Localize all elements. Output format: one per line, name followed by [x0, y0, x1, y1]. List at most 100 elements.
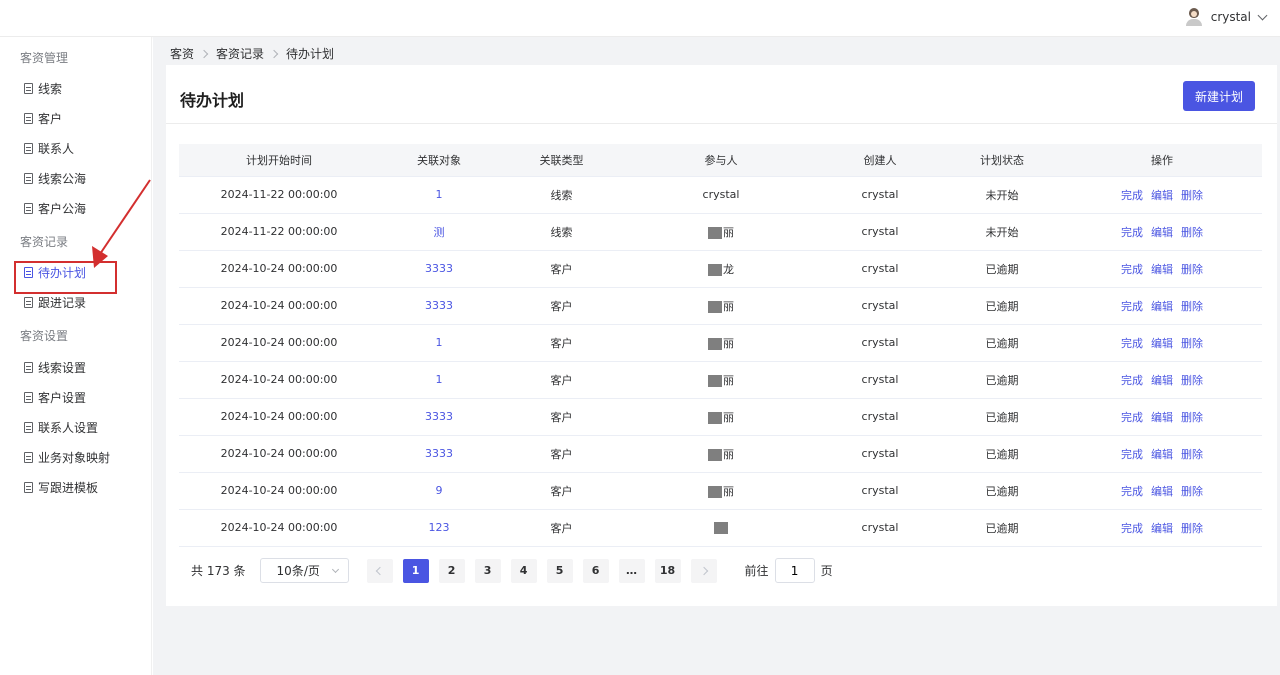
cell-related-object-link[interactable]: 1 [379, 324, 499, 362]
column-header-start-time[interactable]: 计划开始时间 [179, 144, 379, 177]
sidebar-item-contact-settings[interactable]: 联系人设置 [24, 417, 98, 437]
cell-start-time: 2024-10-24 00:00:00 [179, 472, 379, 510]
edit-link[interactable]: 编辑 [1151, 224, 1173, 240]
sidebar-item-customer-pool[interactable]: 客户公海 [24, 198, 86, 218]
complete-link[interactable]: 完成 [1121, 298, 1143, 314]
cell-related-object-link[interactable]: 3333 [379, 435, 499, 473]
delete-link[interactable]: 删除 [1181, 187, 1203, 203]
sidebar-item-customer-settings[interactable]: 客户设置 [24, 387, 86, 407]
page-title: 待办计划 [180, 91, 245, 110]
next-page-button[interactable] [690, 558, 717, 583]
page-button-2[interactable]: 2 [438, 558, 465, 583]
cell-participants: crystal [624, 176, 818, 214]
breadcrumb-item[interactable]: 客资 [170, 45, 194, 62]
cell-related-object-link[interactable]: 测 [379, 213, 499, 251]
delete-link[interactable]: 删除 [1181, 483, 1203, 499]
complete-link[interactable]: 完成 [1121, 372, 1143, 388]
user-menu[interactable]: crystal [1185, 8, 1268, 26]
cell-status: 已逾期 [942, 287, 1062, 325]
edit-link[interactable]: 编辑 [1151, 298, 1173, 314]
delete-link[interactable]: 删除 [1181, 224, 1203, 240]
complete-link[interactable]: 完成 [1121, 520, 1143, 536]
delete-link[interactable]: 删除 [1181, 335, 1203, 351]
cell-actions: 完成 编辑 删除 [1062, 435, 1262, 473]
new-plan-button[interactable]: 新建计划 [1183, 81, 1255, 111]
complete-link[interactable]: 完成 [1121, 446, 1143, 462]
complete-link[interactable]: 完成 [1121, 409, 1143, 425]
cell-related-object-link[interactable]: 1 [379, 361, 499, 399]
sidebar-item-follow-up-records[interactable]: 跟进记录 [24, 292, 86, 312]
column-header-participants[interactable]: 参与人 [624, 144, 818, 177]
complete-link[interactable]: 完成 [1121, 261, 1143, 277]
edit-link[interactable]: 编辑 [1151, 335, 1173, 351]
sidebar-item-follow-up-template[interactable]: 写跟进模板 [24, 477, 98, 497]
page-button-5[interactable]: 5 [546, 558, 573, 583]
edit-link[interactable]: 编辑 [1151, 187, 1173, 203]
sidebar-item-lead-settings[interactable]: 线索设置 [24, 357, 86, 377]
cell-start-time: 2024-10-24 00:00:00 [179, 287, 379, 325]
sidebar-item-customers[interactable]: 客户 [24, 108, 62, 128]
goto-page-input[interactable] [774, 558, 815, 583]
document-icon [24, 82, 33, 94]
cell-related-object-link[interactable]: 3333 [379, 287, 499, 325]
cell-related-object-link[interactable]: 9 [379, 472, 499, 510]
page-ellipsis-button[interactable]: … [618, 558, 645, 583]
cell-related-object-link[interactable]: 3333 [379, 398, 499, 436]
cell-related-object-link[interactable]: 3333 [379, 250, 499, 288]
page-button-3[interactable]: 3 [474, 558, 501, 583]
table-header-row: 计划开始时间 关联对象 关联类型 参与人 创建人 计划状态 操作 [179, 144, 1262, 177]
column-header-related-object[interactable]: 关联对象 [379, 144, 499, 177]
complete-link[interactable]: 完成 [1121, 335, 1143, 351]
cell-status: 已逾期 [942, 361, 1062, 399]
cell-related-object-link[interactable]: 123 [379, 509, 499, 547]
chevron-right-icon [199, 49, 209, 58]
edit-link[interactable]: 编辑 [1151, 446, 1173, 462]
edit-link[interactable]: 编辑 [1151, 409, 1173, 425]
cell-status: 已逾期 [942, 398, 1062, 436]
cell-related-type: 客户 [499, 472, 624, 510]
delete-link[interactable]: 删除 [1181, 372, 1203, 388]
sidebar-item-object-mapping[interactable]: 业务对象映射 [24, 447, 110, 467]
delete-link[interactable]: 删除 [1181, 261, 1203, 277]
cell-creator: crystal [818, 287, 942, 325]
complete-link[interactable]: 完成 [1121, 224, 1143, 240]
content-card: 待办计划 新建计划 计划开始时间 关联对象 关联类型 参与人 创建人 计划状态 … [166, 65, 1277, 606]
cell-actions: 完成 编辑 删除 [1062, 472, 1262, 510]
page-button-6[interactable]: 6 [582, 558, 609, 583]
page-button-18[interactable]: 18 [654, 558, 681, 583]
delete-link[interactable]: 删除 [1181, 520, 1203, 536]
sidebar-item-label: 联系人设置 [38, 420, 99, 435]
cell-related-object-link[interactable]: 1 [379, 176, 499, 214]
page-button-4[interactable]: 4 [510, 558, 537, 583]
sidebar-item-label: 客户公海 [38, 201, 87, 216]
delete-link[interactable]: 删除 [1181, 298, 1203, 314]
breadcrumb-item[interactable]: 客资记录 [216, 45, 264, 62]
document-icon [24, 481, 33, 493]
sidebar-item-label: 写跟进模板 [38, 480, 99, 495]
prev-page-button[interactable] [366, 558, 393, 583]
column-header-status[interactable]: 计划状态 [942, 144, 1062, 177]
column-header-related-type[interactable]: 关联类型 [499, 144, 624, 177]
edit-link[interactable]: 编辑 [1151, 372, 1173, 388]
page-button-1[interactable]: 1 [402, 558, 429, 583]
cell-actions: 完成 编辑 删除 [1062, 361, 1262, 399]
sidebar-item-lead-pool[interactable]: 线索公海 [24, 168, 86, 188]
sidebar-item-contacts[interactable]: 联系人 [24, 138, 74, 158]
delete-link[interactable]: 删除 [1181, 446, 1203, 462]
edit-link[interactable]: 编辑 [1151, 483, 1173, 499]
edit-link[interactable]: 编辑 [1151, 261, 1173, 277]
column-header-creator[interactable]: 创建人 [818, 144, 942, 177]
page-size-select[interactable]: 10条/页 [259, 558, 349, 583]
sidebar-item-leads[interactable]: 线索 [24, 78, 62, 98]
delete-link[interactable]: 删除 [1181, 409, 1203, 425]
cell-creator: crystal [818, 361, 942, 399]
chevron-right-icon [269, 49, 279, 58]
complete-link[interactable]: 完成 [1121, 483, 1143, 499]
edit-link[interactable]: 编辑 [1151, 520, 1173, 536]
table-row: 2024-10-24 00:00:00 123 客户 crystal 已逾期 完成 编辑 删除 [179, 509, 1262, 547]
sidebar-item-label: 跟进记录 [38, 295, 87, 310]
complete-link[interactable]: 完成 [1121, 187, 1143, 203]
redacted-mask [708, 485, 722, 498]
breadcrumb-item: 待办计划 [286, 47, 335, 61]
cell-start-time: 2024-11-22 00:00:00 [179, 176, 379, 214]
